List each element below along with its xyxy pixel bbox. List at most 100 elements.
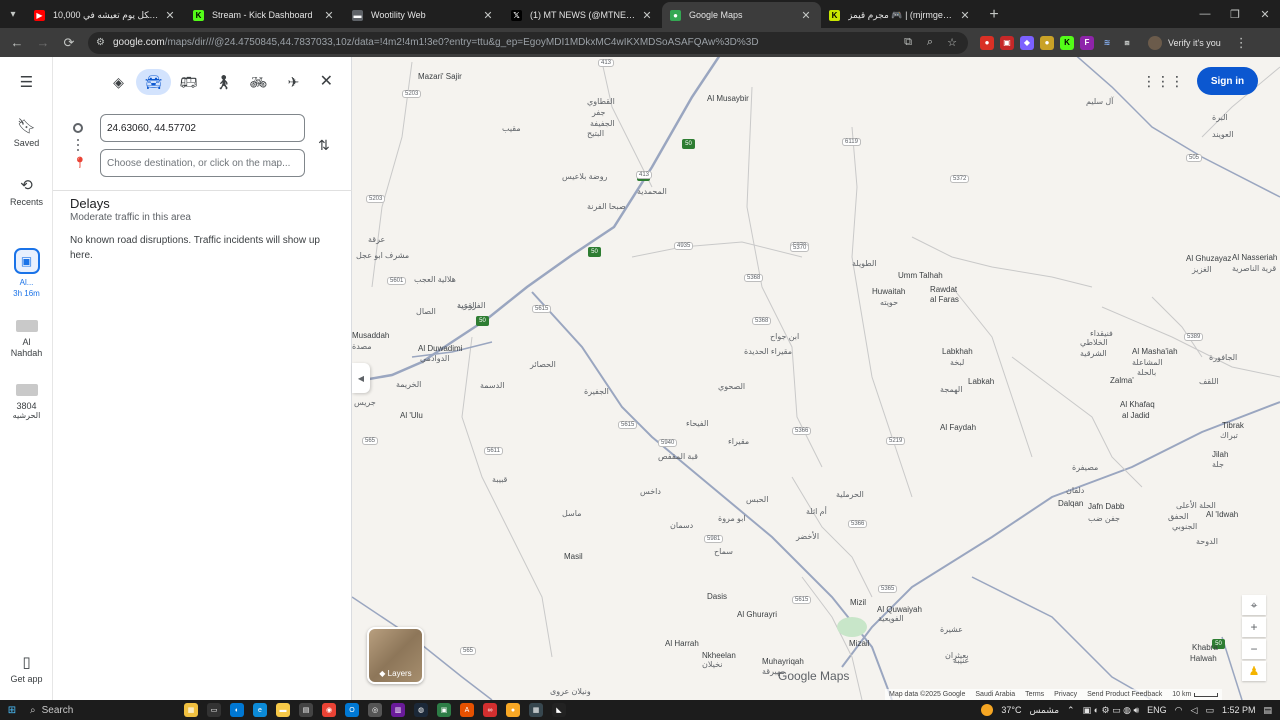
map-place-label[interactable]: Al Quwaiyah [877, 605, 922, 614]
close-tab-icon[interactable]: ✕ [322, 9, 336, 22]
map-place-label[interactable]: سماح [714, 547, 733, 556]
profile-button[interactable]: Verify it's you [1148, 35, 1221, 50]
map-place-label[interactable]: مقيراء الحديدة [744, 347, 792, 356]
tab-mjrmgems[interactable]: K مجرم قيمز 🎮 | (mjrmgems@) - ... ✕ [821, 2, 980, 28]
map-place-label[interactable]: الخريمة [396, 380, 421, 389]
zoom-icon[interactable]: ⌕ [922, 36, 938, 49]
best-route-mode-button[interactable]: ◈ [101, 69, 136, 95]
origin-input[interactable]: 24.63060, 44.57702 [100, 114, 305, 142]
map-place-label[interactable]: مقيب [502, 124, 521, 133]
map-place-label[interactable]: Tibrak [1222, 421, 1244, 430]
extension-icon[interactable]: ≋ [1100, 35, 1114, 50]
my-location-button[interactable]: ⌖ [1242, 595, 1266, 615]
restore-button[interactable]: ❐ [1220, 0, 1250, 28]
map-place-label[interactable]: الأخضر [796, 532, 819, 541]
map-place-label[interactable]: نخيلان [702, 660, 722, 669]
weather-sun-icon[interactable] [981, 704, 994, 716]
map-place-label[interactable]: عنيبة [953, 656, 969, 665]
map-place-label[interactable]: مصدة [352, 342, 372, 351]
zoom-out-button[interactable]: − [1242, 639, 1266, 659]
map-place-label[interactable]: حويته [880, 298, 898, 307]
google-apps-icon[interactable]: ⋮⋮⋮ [1142, 73, 1184, 90]
outlook-icon[interactable]: O [345, 703, 359, 717]
map-place-label[interactable]: al Faras [930, 295, 959, 304]
map-place-label[interactable]: الحصائر [530, 360, 556, 369]
tab-search-button[interactable]: ▾ [0, 0, 26, 28]
map-place-label[interactable]: Mazari' Sajir [418, 72, 462, 81]
copilot-icon[interactable]: ◐ [230, 703, 244, 717]
map-canvas[interactable]: 50 50 50 78 50 Mazari' Sajirالقطاويجفرال… [352, 57, 1280, 700]
taskbar-app-icon[interactable]: ◣ [552, 703, 566, 717]
scale-bar[interactable]: 10 km [1172, 691, 1219, 698]
map-place-label[interactable]: تبراك [1220, 431, 1238, 440]
kick-extension-icon[interactable]: K [1060, 35, 1074, 50]
zoom-in-button[interactable]: + [1242, 617, 1266, 637]
close-tab-icon[interactable]: ✕ [799, 9, 813, 22]
volume-icon[interactable]: ◁ [1191, 705, 1198, 716]
map-place-label[interactable]: مقيراء [728, 437, 749, 446]
map-place-label[interactable]: الغزيز [1192, 265, 1212, 274]
map-place-label[interactable]: الجفيرة [584, 387, 609, 396]
map-place-label[interactable]: Nkheelan [702, 651, 736, 660]
map-place-label[interactable]: Labkah [968, 377, 994, 386]
map-place-label[interactable]: Dasis [707, 592, 727, 601]
taskbar-app-icon[interactable]: ▦ [529, 703, 543, 717]
windows-start-icon[interactable]: ⊞ [0, 705, 24, 716]
close-tab-icon[interactable]: ✕ [481, 9, 495, 22]
map-place-label[interactable]: ونيلان عروى [550, 687, 591, 696]
map-place-label[interactable]: القطاوي [587, 97, 615, 106]
feedback-link[interactable]: Send Product Feedback [1087, 691, 1162, 698]
map-place-label[interactable]: دسمان [670, 521, 693, 530]
close-tab-icon[interactable]: ✕ [640, 9, 654, 22]
map-place-label[interactable]: Al Duwadimi [418, 344, 462, 353]
collapse-panel-button[interactable]: ◀ [352, 363, 370, 393]
extension-icon[interactable]: F [1080, 35, 1094, 50]
edge-icon[interactable]: e [253, 703, 267, 717]
map-place-label[interactable]: Huwaitah [872, 287, 905, 296]
map-place-label[interactable]: Al Nasseriah [1232, 253, 1277, 262]
browser-menu-icon[interactable]: ⋮ [1235, 35, 1248, 51]
taskbar-app-icon[interactable]: ● [506, 703, 520, 717]
map-place-label[interactable]: الحفق [1168, 512, 1189, 521]
map-place-label[interactable]: الفيحاء [686, 419, 708, 428]
map-place-label[interactable]: Rawdat [930, 285, 957, 294]
map-place-label[interactable]: الحرملية [836, 490, 864, 499]
close-directions-icon[interactable]: ✕ [320, 71, 333, 91]
chrome-icon[interactable]: ◉ [322, 703, 336, 717]
map-place-label[interactable]: Muhayriqah [762, 657, 804, 666]
map-place-label[interactable]: Umm Talhah [898, 271, 943, 280]
map-place-label[interactable]: مصيفرة [1072, 463, 1098, 472]
map-place-label[interactable]: Halwah [1190, 654, 1217, 663]
map-place-label[interactable]: Jafn Dabb [1088, 502, 1124, 511]
map-place-label[interactable]: الجنوبي [1172, 522, 1197, 531]
map-place-label[interactable]: قبيبة [492, 475, 507, 484]
rail-recent-al-nahdah[interactable]: Al Nahdah [0, 320, 53, 359]
map-place-label[interactable]: Al 'Idwah [1206, 510, 1238, 519]
privacy-link[interactable]: Privacy [1054, 691, 1077, 698]
weather-temp[interactable]: 37°C [1001, 705, 1021, 715]
country-link[interactable]: Saudi Arabia [975, 691, 1015, 698]
map-place-label[interactable]: أم اثلة [806, 507, 827, 516]
extension-icon[interactable]: ● [1040, 35, 1054, 50]
map-place-label[interactable]: Al Khafaq [1120, 400, 1155, 409]
map-place-label[interactable]: قبة المقفص [658, 452, 698, 461]
map-place-label[interactable]: الصحوي [718, 382, 745, 391]
map-place-label[interactable]: الفويعية [878, 614, 904, 623]
chevron-up-icon[interactable]: ⌃ [1067, 705, 1075, 716]
extension-icon[interactable]: ● [980, 35, 994, 50]
map-place-label[interactable]: Dalqan [1058, 499, 1083, 508]
file-explorer-icon[interactable]: ▬ [276, 703, 290, 717]
taskbar-app-icon[interactable]: A [460, 703, 474, 717]
map-place-label[interactable]: Al Ghuzayaz [1186, 254, 1231, 263]
transit-mode-button[interactable]: 🚌︎ [171, 69, 206, 95]
rail-recents-button[interactable]: ⟲ Recents [0, 176, 53, 207]
map-place-label[interactable]: البرة [1212, 113, 1228, 122]
map-place-label[interactable]: Al Musaybir [707, 94, 749, 103]
map-place-label[interactable]: الفرزعية [457, 301, 485, 310]
new-tab-button[interactable]: + [980, 2, 1008, 28]
clock[interactable]: 1:52 PM [1222, 705, 1256, 715]
map-place-label[interactable]: Zalma' [1110, 376, 1134, 385]
map-place-label[interactable]: الدوادمي [420, 354, 449, 363]
site-info-icon[interactable]: ⚙ [96, 37, 105, 48]
map-place-label[interactable]: الحلة الأعلى [1176, 501, 1216, 510]
